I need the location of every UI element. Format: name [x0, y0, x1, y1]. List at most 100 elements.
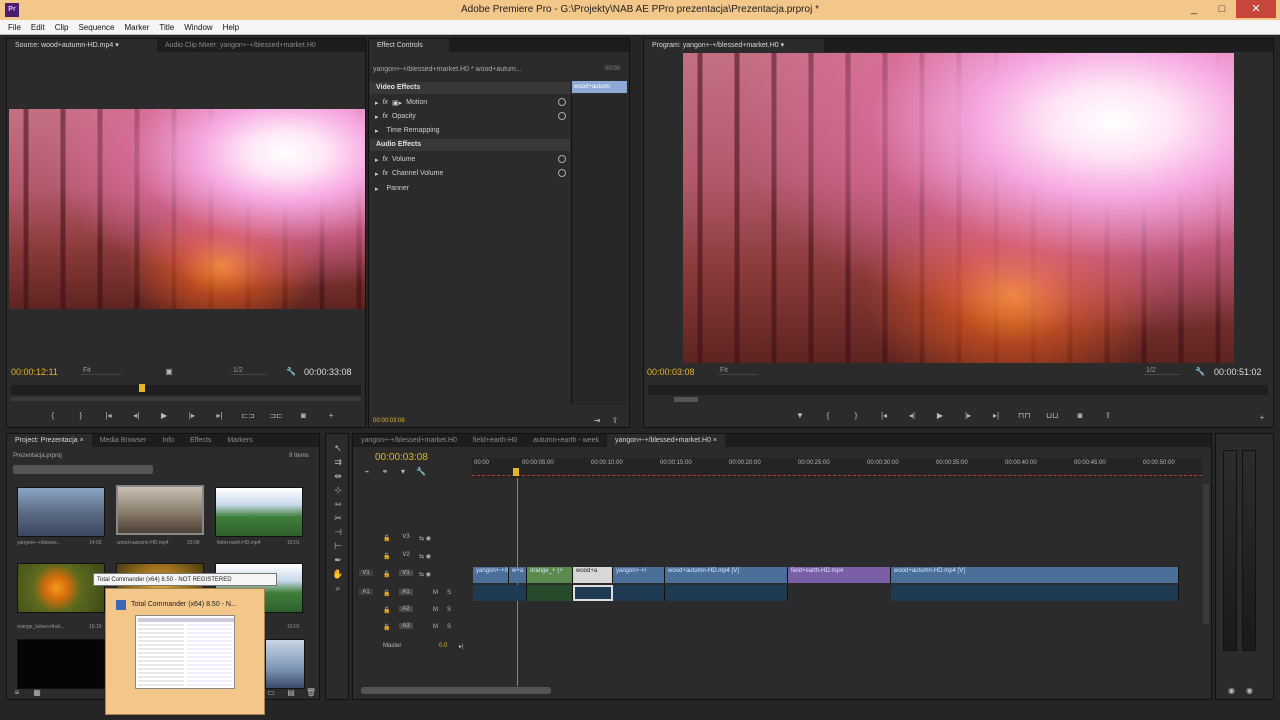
timeline-clip[interactable]: field+earth-HD.mp4 — [788, 567, 891, 583]
master-level-value[interactable]: 0.0 — [439, 643, 447, 649]
snap-icon[interactable]: ⌁ — [361, 467, 373, 477]
project-thumbnail[interactable] — [215, 487, 303, 537]
reset-icon[interactable] — [558, 155, 566, 163]
project-thumbnail[interactable] — [17, 639, 105, 689]
mark-in-icon[interactable]: { — [47, 411, 59, 421]
effect-keyframe-area[interactable] — [571, 95, 627, 405]
icon-view-icon[interactable]: ▦ — [31, 688, 43, 698]
audio-clip-selected[interactable] — [573, 585, 613, 601]
audio-clip[interactable] — [891, 585, 1179, 601]
source-fit-select[interactable]: Fit — [81, 367, 121, 375]
source-time-ruler[interactable] — [11, 385, 361, 395]
export-icon[interactable]: ⇪ — [1102, 411, 1114, 421]
tab-media-browser[interactable]: Media Browser — [92, 434, 155, 447]
timeline-playhead-timecode[interactable]: 00:00:03:08 — [375, 452, 428, 463]
tab-audio-clip-mixer[interactable]: Audio Clip Mixer: yangon+-+/blessed+mark… — [157, 39, 357, 52]
effect-clip-label[interactable]: wood+autumi — [572, 81, 627, 93]
program-zoom-bar[interactable] — [674, 397, 698, 402]
lock-icon[interactable]: 🔓 — [383, 624, 390, 631]
rate-stretch-tool-icon[interactable]: ⇿ — [332, 498, 344, 510]
lock-icon[interactable]: 🔓 — [383, 607, 390, 614]
source-resolution-select[interactable]: 1/2 — [231, 367, 267, 375]
menu-help[interactable]: Help — [223, 23, 239, 32]
solo-button[interactable]: S — [447, 624, 451, 630]
project-thumbnail-selected[interactable] — [116, 485, 204, 535]
project-thumbnail[interactable] — [265, 639, 305, 689]
lift-icon[interactable]: ⊓⊓ — [1018, 411, 1030, 421]
popup-window-thumbnail[interactable] — [135, 615, 235, 689]
overwrite-icon[interactable]: ⊐⊏ — [269, 411, 282, 421]
wrench-icon[interactable]: 🔧 — [285, 367, 297, 377]
track-label-v2[interactable]: V2 — [399, 552, 413, 558]
track-select-tool-icon[interactable]: ⇉ — [332, 456, 344, 468]
razor-tool-icon[interactable]: ✂ — [332, 512, 344, 524]
track-label-a3[interactable]: A3 — [399, 623, 413, 629]
program-current-timecode[interactable]: 00:00:03:08 — [647, 367, 695, 377]
slip-tool-icon[interactable]: ⊣ — [332, 526, 344, 538]
tab-program[interactable]: Program: yangon+-+/blessed+market.H0 ▾ — [644, 39, 824, 52]
solo-button[interactable]: S — [447, 590, 451, 596]
solo-button[interactable]: S — [447, 607, 451, 613]
new-bin-icon[interactable]: ▭ — [265, 688, 277, 698]
slide-tool-icon[interactable]: ⊢ — [332, 540, 344, 552]
menu-clip[interactable]: Clip — [55, 23, 69, 32]
toggle-sync-icon[interactable]: ⇆ ◉ — [419, 553, 431, 560]
safe-margins-icon[interactable]: ▣ — [163, 367, 175, 377]
track-label-v1[interactable]: V1 — [399, 570, 413, 576]
effect-clip-name[interactable]: yangon+-+/blessed+market.H0 * wood+autum… — [373, 66, 563, 73]
project-search-input[interactable] — [13, 465, 153, 474]
step-back-icon[interactable]: ◂| — [906, 411, 918, 421]
audio-clip[interactable] — [527, 585, 573, 601]
export-frame-icon[interactable]: ◙ — [1074, 411, 1086, 421]
minimize-button[interactable]: _ — [1180, 0, 1208, 18]
tab-sequence[interactable]: yangon+-+/blessed+market.H0 — [353, 434, 465, 447]
insert-icon[interactable]: ⊏⊐ — [241, 411, 254, 421]
tab-effect-controls[interactable]: Effect Controls — [369, 39, 449, 52]
go-to-out-icon[interactable]: ▸| — [990, 411, 1002, 421]
timeline-playhead-handle[interactable] — [513, 468, 519, 476]
expand-arrow-icon[interactable]: ▸ — [375, 99, 379, 107]
program-fit-select[interactable]: Fit — [718, 367, 758, 375]
timeline-vertical-scrollbar[interactable] — [1203, 484, 1209, 624]
menu-title[interactable]: Title — [159, 23, 174, 32]
expand-arrow-icon[interactable]: ▸ — [375, 170, 379, 178]
step-forward-icon[interactable]: |▸ — [186, 411, 198, 421]
effect-row-time-remapping[interactable]: ▸ Time Remapping — [375, 124, 440, 137]
source-zoom-bar[interactable] — [11, 397, 361, 401]
effect-row-channel-volume[interactable]: ▸ fx Channel Volume — [375, 167, 443, 180]
timeline-clip[interactable]: orange_+ (+ — [527, 567, 573, 583]
go-to-in-icon[interactable]: |◂ — [103, 411, 115, 421]
timeline-clip-selected[interactable]: wood+a — [573, 567, 613, 583]
add-marker-icon[interactable]: ▼ — [794, 411, 806, 421]
lock-icon[interactable]: 🔓 — [383, 553, 390, 560]
project-thumbnail[interactable] — [17, 487, 105, 537]
toggle-sync-icon[interactable]: ⇆ ◉ — [419, 571, 431, 578]
tab-info[interactable]: Info — [154, 434, 182, 447]
mark-out-icon[interactable]: } — [850, 411, 862, 421]
new-item-icon[interactable]: ▤ — [285, 688, 297, 698]
mute-button[interactable]: M — [433, 607, 438, 613]
tab-source[interactable]: Source: wood+autumn-HD.mp4 ▾ — [7, 39, 157, 52]
add-button-icon[interactable]: + — [1256, 413, 1268, 423]
filter-icon[interactable]: ⇥ — [591, 416, 603, 426]
menu-window[interactable]: Window — [184, 23, 212, 32]
track-label-a2[interactable]: A2 — [399, 606, 413, 612]
audio-clip[interactable] — [473, 585, 527, 601]
lock-icon[interactable]: 🔓 — [383, 535, 390, 542]
track-label-v3[interactable]: V3 — [399, 534, 413, 540]
program-resolution-select[interactable]: 1/2 — [1144, 367, 1180, 375]
tab-effects[interactable]: Effects — [182, 434, 219, 447]
taskbar-preview-popup[interactable]: Total Commander (x64) 8.50 - N... — [105, 588, 265, 715]
menu-edit[interactable]: Edit — [31, 23, 45, 32]
step-forward-icon[interactable]: |▸ — [962, 411, 974, 421]
export-icon[interactable]: ⇪ — [609, 416, 621, 426]
wrench-icon[interactable]: 🔧 — [1194, 367, 1206, 377]
lock-icon[interactable]: 🔓 — [383, 590, 390, 597]
timeline-clip[interactable]: wood+autumn-HD.mp4 [V] — [665, 567, 788, 583]
source-patch-v1[interactable]: V1 — [359, 570, 373, 576]
lock-icon[interactable]: 🔓 — [383, 571, 390, 578]
reset-icon[interactable] — [558, 169, 566, 177]
timeline-clip[interactable]: w+a — [509, 567, 527, 583]
go-to-icon[interactable]: ▸| — [459, 643, 464, 650]
tab-sequence-active[interactable]: yangon+-+/blessed+market.H0 × — [607, 434, 725, 447]
